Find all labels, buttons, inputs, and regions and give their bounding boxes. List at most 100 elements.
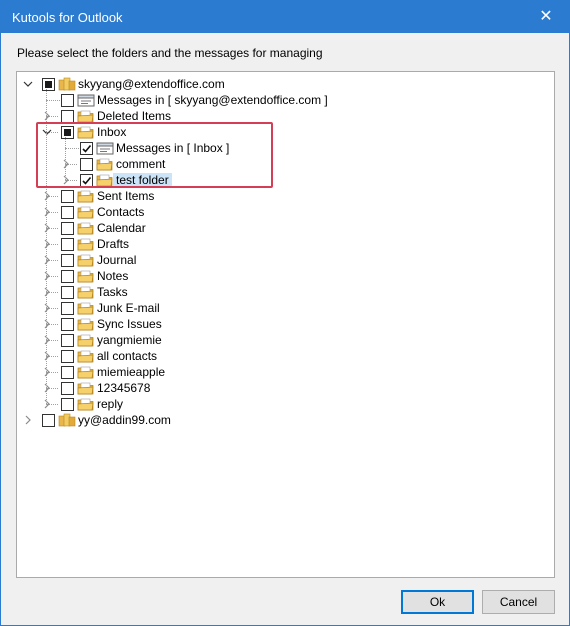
expand-chevron-icon[interactable] [42,351,52,361]
checkbox[interactable] [61,366,74,379]
checkbox[interactable] [61,94,74,107]
tree-label-reply[interactable]: reply [97,397,123,411]
checkbox[interactable] [61,302,74,315]
close-button[interactable]: ✕ [523,1,569,33]
checkbox[interactable] [61,206,74,219]
tree-label-drafts[interactable]: Drafts [97,237,129,251]
folder-icon [77,316,95,332]
collapse-chevron-icon[interactable] [23,79,33,89]
checkbox[interactable] [80,174,93,187]
tree-row[interactable]: Inbox [17,124,554,140]
folder-tree[interactable]: skyyang@extendoffice.com Messages in [ sk… [16,71,555,578]
tree-label-calendar[interactable]: Calendar [97,221,146,235]
tree-label-messages-in-skyyang-extendoffice-com[interactable]: Messages in [ skyyang@extendoffice.com ] [97,93,328,107]
expand-chevron-icon[interactable] [61,159,71,169]
tree-row[interactable]: Messages in [ Inbox ] [17,140,554,156]
tree-label-yangmiemie[interactable]: yangmiemie [97,333,162,347]
checkbox[interactable] [61,270,74,283]
checkbox[interactable] [61,286,74,299]
expand-chevron-icon[interactable] [42,111,52,121]
tree-row[interactable]: Journal [17,252,554,268]
tree-label-notes[interactable]: Notes [97,269,128,283]
tree-row[interactable]: Junk E-mail [17,300,554,316]
checkbox[interactable] [42,414,55,427]
checkbox[interactable] [61,350,74,363]
folder-icon [77,204,95,220]
tree-row[interactable]: Notes [17,268,554,284]
tree-row[interactable]: yy@addin99.com [17,412,554,428]
expand-chevron-icon[interactable] [42,383,52,393]
expand-chevron-icon[interactable] [23,415,33,425]
title-bar[interactable]: Kutools for Outlook ✕ [1,1,569,33]
tree-label-tasks[interactable]: Tasks [97,285,128,299]
tree-label-skyyang-extendoffice-com[interactable]: skyyang@extendoffice.com [78,77,225,91]
tree-row[interactable]: skyyang@extendoffice.com [17,76,554,92]
folder-icon [77,348,95,364]
folder-icon [77,396,95,412]
tree-label-sent-items[interactable]: Sent Items [97,189,154,203]
collapse-chevron-icon[interactable] [42,127,52,137]
tree-row[interactable]: Deleted Items [17,108,554,124]
tree-label-all-contacts[interactable]: all contacts [97,349,157,363]
checkbox[interactable] [61,190,74,203]
expand-chevron-icon[interactable] [42,303,52,313]
tree-label-yy-addin99-com[interactable]: yy@addin99.com [78,413,171,427]
tree-label-miemieapple[interactable]: miemieapple [97,365,165,379]
tree-row[interactable]: Tasks [17,284,554,300]
tree-label-test-folder[interactable]: test folder [113,173,172,187]
checkbox[interactable] [61,222,74,235]
tree-row[interactable]: all contacts [17,348,554,364]
ok-button[interactable]: Ok [401,590,474,614]
tree-row[interactable]: Sent Items [17,188,554,204]
checkbox[interactable] [42,78,55,91]
tree-row[interactable]: 12345678 [17,380,554,396]
checkbox[interactable] [61,254,74,267]
tree-label-deleted-items[interactable]: Deleted Items [97,109,171,123]
tree-row[interactable]: reply [17,396,554,412]
tree-row[interactable]: yangmiemie [17,332,554,348]
checkbox[interactable] [61,382,74,395]
tree-row[interactable]: test folder [17,172,554,188]
checkbox[interactable] [61,334,74,347]
tree-row[interactable]: Messages in [ skyyang@extendoffice.com ] [17,92,554,108]
tree-row[interactable]: Calendar [17,220,554,236]
folder-icon [77,236,95,252]
expand-chevron-icon[interactable] [42,367,52,377]
tree-row[interactable]: Contacts [17,204,554,220]
tree-label-journal[interactable]: Journal [97,253,136,267]
tree-label-contacts[interactable]: Contacts [97,205,144,219]
expand-chevron-icon[interactable] [42,287,52,297]
checkbox[interactable] [61,398,74,411]
checkbox[interactable] [80,142,93,155]
tree-row[interactable]: Sync Issues [17,316,554,332]
checkbox[interactable] [61,318,74,331]
expand-chevron-icon[interactable] [42,223,52,233]
checkbox[interactable] [61,110,74,123]
expand-chevron-icon[interactable] [42,255,52,265]
tree-label-messages-in-inbox[interactable]: Messages in [ Inbox ] [116,141,229,155]
folder-icon [77,364,95,380]
tree-label-inbox[interactable]: Inbox [97,125,126,139]
checkbox[interactable] [61,238,74,251]
expand-chevron-icon[interactable] [61,175,71,185]
tree-label-12345678[interactable]: 12345678 [97,381,150,395]
expand-chevron-icon[interactable] [42,335,52,345]
tree-label-comment[interactable]: comment [116,157,165,171]
tree-row[interactable]: Drafts [17,236,554,252]
cancel-button[interactable]: Cancel [482,590,555,614]
instruction-text: Please select the folders and the messag… [17,46,323,60]
tree-row[interactable]: comment [17,156,554,172]
tree-label-sync-issues[interactable]: Sync Issues [97,317,162,331]
checkbox[interactable] [61,126,74,139]
folder-icon [77,188,95,204]
expand-chevron-icon[interactable] [42,319,52,329]
tree-row[interactable]: miemieapple [17,364,554,380]
checkbox[interactable] [80,158,93,171]
expand-chevron-icon[interactable] [42,271,52,281]
expand-chevron-icon[interactable] [42,191,52,201]
expand-chevron-icon[interactable] [42,239,52,249]
expand-chevron-icon[interactable] [42,207,52,217]
folder-icon [96,172,114,188]
expand-chevron-icon[interactable] [42,399,52,409]
tree-label-junk-e-mail[interactable]: Junk E-mail [97,301,160,315]
